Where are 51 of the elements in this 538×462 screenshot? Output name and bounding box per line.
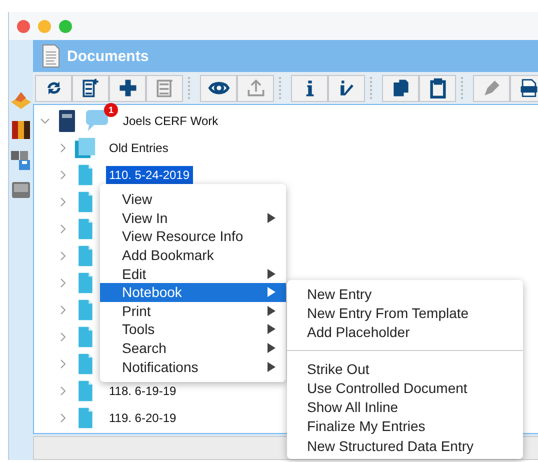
menu-item[interactable]: Strike Out bbox=[287, 358, 523, 378]
clipboard-button[interactable] bbox=[419, 74, 456, 102]
books-icon bbox=[9, 118, 33, 142]
chevron-right-icon bbox=[58, 196, 68, 206]
tree-item[interactable]: 118. 6-19-19 bbox=[106, 382, 180, 400]
chevron-right-icon bbox=[58, 332, 68, 342]
menu-item[interactable]: Notebook bbox=[100, 282, 286, 302]
folder-icon bbox=[74, 136, 96, 160]
chevron-right-icon bbox=[58, 250, 68, 260]
menu-item[interactable]: Show All Inline bbox=[287, 397, 523, 417]
chevron-right-icon bbox=[58, 358, 68, 368]
menu-item[interactable]: New Entry bbox=[287, 284, 523, 304]
menu-item[interactable]: Edit bbox=[100, 264, 286, 283]
menu-item[interactable]: View Resource Info bbox=[100, 227, 286, 246]
cabinet-add-button[interactable] bbox=[72, 74, 109, 102]
eye-button[interactable] bbox=[200, 74, 237, 102]
save-icon bbox=[9, 148, 33, 172]
chat-icon bbox=[84, 108, 110, 132]
menu-item[interactable]: New Structured Data Entry bbox=[287, 436, 523, 456]
menu-item[interactable]: Notifications bbox=[100, 357, 286, 376]
menu-item[interactable]: Use Controlled Document bbox=[287, 378, 523, 398]
panel-title: Documents bbox=[67, 48, 149, 64]
notebook-icon bbox=[56, 108, 78, 132]
menu-item[interactable]: Add Placeholder bbox=[287, 322, 523, 342]
menu-item[interactable]: View bbox=[100, 190, 286, 209]
tree-item[interactable]: 119. 6-20-19 bbox=[106, 408, 180, 426]
chevron-right-icon bbox=[58, 224, 68, 234]
tree-item[interactable]: Joels CERF Work bbox=[120, 112, 222, 130]
tree-item[interactable]: 110. 5-24-2019 bbox=[106, 166, 193, 184]
close-button[interactable] bbox=[17, 20, 30, 32]
sync-button[interactable] bbox=[35, 74, 72, 102]
chevron-down-icon bbox=[40, 116, 50, 126]
chevron-right-icon bbox=[58, 386, 68, 396]
info-edit-button[interactable] bbox=[328, 74, 365, 102]
info-button[interactable] bbox=[291, 74, 328, 102]
menu-item[interactable]: Finalize My Entries bbox=[287, 416, 523, 436]
chevron-right-icon bbox=[58, 304, 68, 314]
chevron-right-icon bbox=[58, 170, 68, 180]
tree-item[interactable]: Old Entries bbox=[106, 138, 172, 156]
menu-item[interactable]: View In bbox=[100, 208, 286, 228]
copy-button[interactable] bbox=[382, 74, 419, 102]
menu-item[interactable]: Search bbox=[100, 338, 286, 358]
menu-item[interactable]: Add Bookmark bbox=[100, 246, 286, 264]
plus-button[interactable] bbox=[109, 74, 146, 102]
menu-item[interactable]: Print bbox=[100, 302, 286, 320]
chevron-right-icon bbox=[58, 142, 68, 152]
chevron-right-icon bbox=[58, 278, 68, 288]
menu-item[interactable]: Tools bbox=[100, 320, 286, 339]
menu-item[interactable]: New Entry From Template bbox=[287, 303, 523, 323]
document-icon bbox=[41, 44, 61, 68]
chevron-right-icon bbox=[58, 412, 68, 422]
